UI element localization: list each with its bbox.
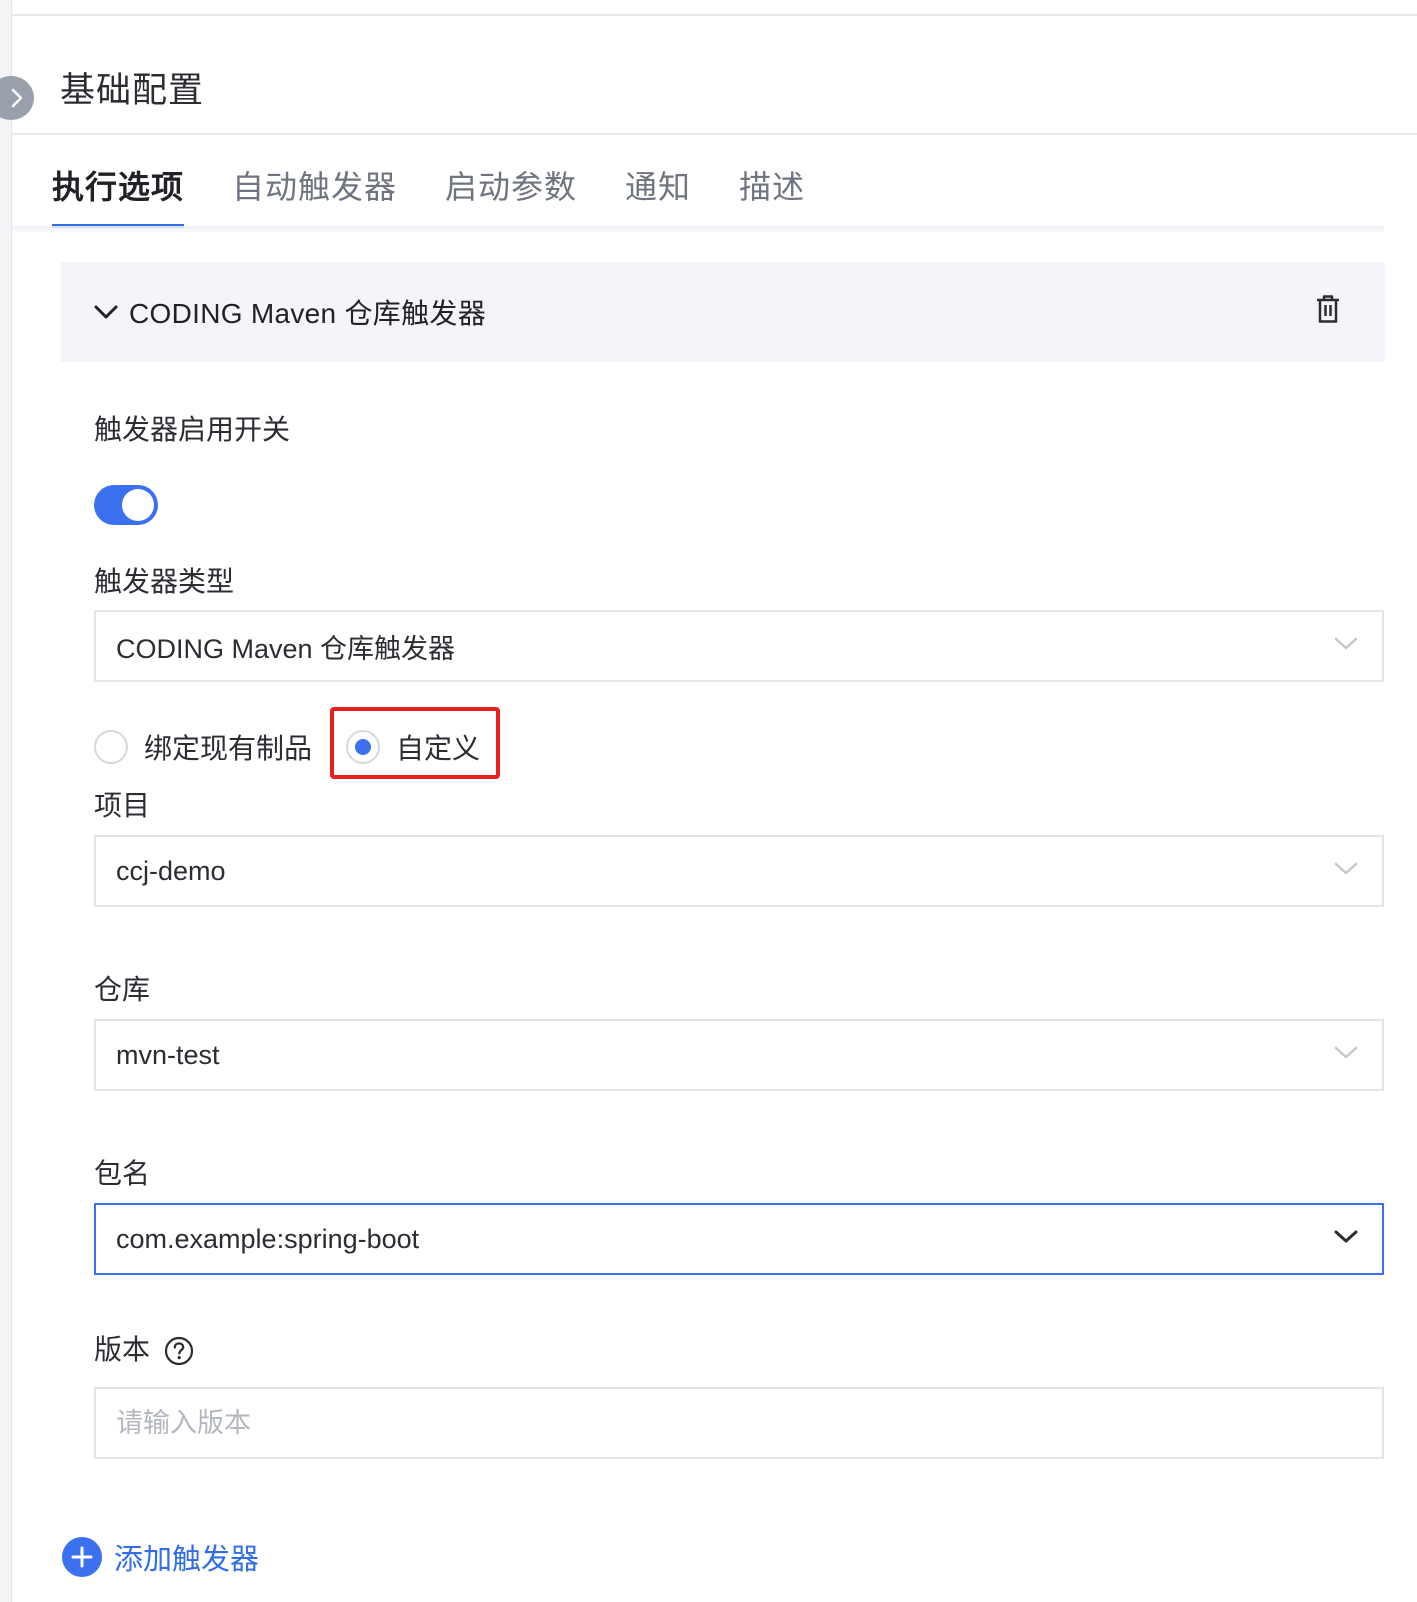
chevron-right-icon — [11, 88, 23, 108]
annotation-highlight-box — [330, 707, 500, 779]
chevron-down-icon — [1334, 862, 1358, 875]
help-icon[interactable] — [164, 1336, 194, 1366]
project-value: ccj-demo — [116, 855, 226, 886]
top-divider — [12, 14, 1417, 16]
tab-bar: 执行选项 自动触发器 启动参数 通知 描述 — [52, 162, 853, 230]
header-divider — [12, 133, 1417, 135]
repository-select[interactable]: mvn-test — [94, 1019, 1384, 1091]
tab-auto-triggers[interactable]: 自动触发器 — [232, 162, 397, 228]
add-trigger-label: 添加触发器 — [114, 1544, 260, 1576]
trigger-type-label: 触发器类型 — [94, 566, 235, 597]
radio-bind-existing-artifact[interactable]: 绑定现有制品 — [94, 727, 312, 767]
trigger-card-title: CODING Maven 仓库触发器 — [129, 298, 486, 329]
repository-label: 仓库 — [94, 974, 151, 1005]
trigger-enable-switch[interactable] — [94, 485, 158, 525]
chevron-down-icon — [1334, 1230, 1358, 1243]
chevron-down-icon — [1334, 637, 1358, 650]
tab-launch-params[interactable]: 启动参数 — [445, 162, 577, 228]
panel-left-edge — [0, 0, 12, 1602]
tab-notifications[interactable]: 通知 — [625, 162, 691, 228]
chevron-down-icon — [1334, 1046, 1358, 1059]
radio-label: 绑定现有制品 — [144, 733, 313, 764]
version-label: 版本 — [94, 1334, 151, 1365]
project-label: 项目 — [94, 790, 151, 821]
add-trigger-button[interactable]: 添加触发器 — [62, 1536, 259, 1578]
tab-execution-options[interactable]: 执行选项 — [52, 162, 185, 228]
package-name-value: com.example:spring-boot — [116, 1223, 420, 1254]
project-select[interactable]: ccj-demo — [94, 835, 1384, 907]
plus-circle-icon — [62, 1537, 102, 1577]
switch-knob — [122, 489, 154, 521]
trigger-type-value: CODING Maven 仓库触发器 — [116, 633, 456, 664]
collapse-panel-button[interactable] — [0, 76, 34, 120]
tabs-shadow — [12, 226, 1384, 234]
enable-switch-label: 触发器启用开关 — [94, 414, 291, 445]
tab-description[interactable]: 描述 — [739, 162, 805, 228]
radio-circle — [94, 730, 128, 764]
panel-title: 基础配置 — [60, 71, 205, 110]
trigger-type-select[interactable]: CODING Maven 仓库触发器 — [94, 610, 1384, 682]
package-name-label: 包名 — [94, 1158, 151, 1189]
repository-value: mvn-test — [116, 1039, 220, 1070]
version-input[interactable] — [94, 1387, 1384, 1459]
trash-icon[interactable] — [1315, 294, 1341, 324]
chevron-down-icon[interactable] — [93, 303, 119, 321]
trigger-card-header[interactable]: CODING Maven 仓库触发器 — [61, 262, 1385, 362]
package-name-select[interactable]: com.example:spring-boot — [94, 1203, 1384, 1275]
